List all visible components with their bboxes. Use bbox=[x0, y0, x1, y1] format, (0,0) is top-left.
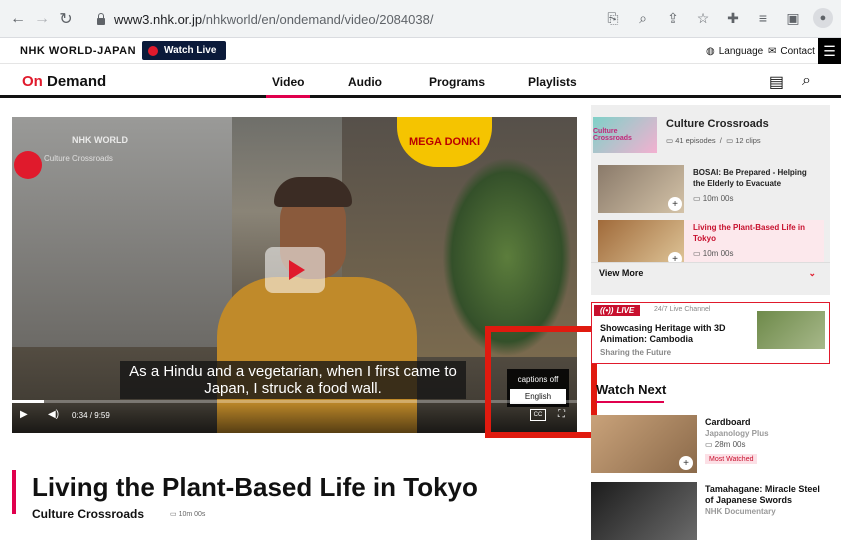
watch-next-underline bbox=[596, 401, 664, 403]
watch-next-thumbnail bbox=[591, 482, 697, 540]
tab-audio[interactable]: Audio bbox=[348, 75, 382, 89]
most-watched-badge: Most Watched bbox=[705, 454, 758, 464]
contact-button[interactable]: ✉ Contact bbox=[768, 46, 815, 57]
page-title: Living the Plant-Based Life in Tokyo bbox=[32, 472, 478, 502]
play-pause-icon[interactable]: ▶ bbox=[20, 409, 28, 420]
add-playlist-icon[interactable]: + bbox=[679, 456, 693, 470]
translate-icon[interactable]: ⎘ bbox=[603, 8, 623, 28]
zoom-icon[interactable]: ⌕ bbox=[633, 8, 653, 28]
tab-programs[interactable]: Programs bbox=[429, 75, 485, 89]
ondemand-header: On Demand Video Audio Programs Playlists… bbox=[0, 64, 841, 98]
chevron-down-icon: ⌄ bbox=[808, 268, 816, 278]
url-host: www3.nhk.or.jp bbox=[114, 11, 203, 27]
watch-next-series: Japanology Plus bbox=[705, 429, 769, 438]
profile-avatar[interactable]: ● bbox=[813, 8, 833, 28]
hamburger-menu-icon[interactable]: ☰ bbox=[818, 38, 841, 64]
episode-duration: ▭ 10m 00s bbox=[693, 194, 734, 203]
url-path: /nhkworld/en/ondemand/video/2084038/ bbox=[202, 11, 434, 27]
title-accent-bar bbox=[12, 470, 16, 514]
big-play-button[interactable] bbox=[265, 247, 325, 293]
nhk-world-logo[interactable]: NHK WORLD-JAPAN bbox=[20, 45, 136, 57]
add-playlist-icon[interactable]: + bbox=[668, 197, 682, 211]
highlight-frame bbox=[485, 326, 597, 438]
watch-next-title: Tamahagane: Miracle Steel of Japanese Sw… bbox=[705, 484, 820, 505]
nhk-watermark: NHK WORLD bbox=[72, 135, 128, 145]
language-label: Language bbox=[718, 46, 764, 57]
watch-next-item[interactable]: + Cardboard Japanology Plus ▭ 28m 00s Mo… bbox=[591, 415, 830, 475]
watch-next-item[interactable]: Tamahagane: Miracle Steel of Japanese Sw… bbox=[591, 482, 830, 542]
view-more-button[interactable]: View More ⌄ bbox=[591, 262, 830, 284]
sidebar-episode[interactable]: + BOSAI: Be Prepared - Helping the Elder… bbox=[598, 165, 824, 215]
channel-badge-icon bbox=[14, 151, 42, 179]
episode-duration: ▭ 10m 00s bbox=[170, 511, 206, 518]
progress-bar-fill bbox=[12, 400, 45, 403]
contact-label: Contact bbox=[780, 46, 815, 57]
live-thumbnail bbox=[757, 311, 825, 349]
extensions-icon[interactable]: ✚ bbox=[723, 8, 743, 28]
lock-icon bbox=[96, 13, 106, 25]
series-thumbnail[interactable]: Culture Crossroads bbox=[593, 117, 657, 153]
globe-icon: ◍ bbox=[706, 46, 715, 57]
live-program-subtitle: Sharing the Future bbox=[600, 348, 672, 357]
series-title[interactable]: Culture Crossroads bbox=[666, 118, 769, 130]
video-frame-building-left bbox=[12, 117, 232, 347]
series-watermark: Culture Crossroads bbox=[44, 154, 113, 163]
live-badge: ((•)) LIVE bbox=[594, 305, 641, 316]
watch-next-series: NHK Documentary bbox=[705, 507, 776, 516]
time-display: 0:34 / 9:59 bbox=[72, 411, 110, 420]
browser-tools: ⎘ ⌕ ⇪ ☆ ✚ ≡ ▣ ● bbox=[603, 8, 833, 28]
back-icon[interactable]: ← bbox=[6, 7, 30, 31]
live-dot-icon bbox=[148, 45, 158, 56]
watch-next-duration: ▭ 28m 00s bbox=[705, 440, 746, 449]
episode-title: BOSAI: Be Prepared - Helping the Elderly… bbox=[693, 168, 807, 188]
video-frame-person-hat bbox=[274, 177, 352, 207]
episode-duration: ▭ 10m 00s bbox=[693, 249, 734, 258]
volume-icon[interactable]: ◀) bbox=[48, 409, 59, 420]
share-icon[interactable]: ⇪ bbox=[663, 8, 683, 28]
live-channel-label: 24/7 Live Channel bbox=[654, 306, 711, 313]
forward-icon[interactable]: → bbox=[30, 7, 54, 31]
watch-next-title: Cardboard bbox=[705, 417, 751, 427]
address-bar[interactable]: www3.nhk.or.jp/nhkworld/en/ondemand/vide… bbox=[86, 6, 592, 32]
side-panel-icon[interactable]: ▣ bbox=[783, 8, 803, 28]
search-icon[interactable]: ⌕ bbox=[802, 72, 811, 92]
watch-live-label: Watch Live bbox=[164, 45, 217, 56]
live-channel-card[interactable]: ((•)) LIVE 24/7 Live Channel Showcasing … bbox=[591, 302, 830, 364]
bookmark-star-icon[interactable]: ☆ bbox=[693, 8, 713, 28]
tab-playlists[interactable]: Playlists bbox=[528, 75, 577, 89]
playlist-icon[interactable]: ▤ bbox=[769, 72, 784, 92]
watch-next-heading: Watch Next bbox=[596, 382, 667, 397]
mail-icon: ✉ bbox=[768, 46, 777, 57]
nhk-top-strip: NHK WORLD-JAPAN Watch Live ◍ Language ✉ … bbox=[0, 38, 841, 64]
language-button[interactable]: ◍ Language bbox=[706, 46, 763, 57]
reading-list-icon[interactable]: ≡ bbox=[753, 8, 773, 28]
reload-icon[interactable]: ↻ bbox=[54, 7, 78, 31]
tab-video[interactable]: Video bbox=[265, 75, 312, 98]
series-meta: ▭ 41 episodes / ▭ 12 clips bbox=[666, 136, 761, 145]
episode-title: Living the Plant-Based Life in Tokyo bbox=[693, 223, 806, 243]
video-subtitle: As a Hindu and a vegetarian, when I firs… bbox=[120, 361, 466, 399]
ondemand-logo[interactable]: On Demand bbox=[22, 73, 106, 90]
play-icon bbox=[289, 260, 305, 280]
clips-icon: ▭ bbox=[726, 136, 734, 145]
episodes-icon: ▭ bbox=[666, 136, 674, 145]
live-program-title: Showcasing Heritage with 3D Animation: C… bbox=[600, 323, 726, 344]
browser-toolbar: ← → ↻ www3.nhk.or.jp/nhkworld/en/ondeman… bbox=[0, 0, 841, 38]
watch-live-button[interactable]: Watch Live bbox=[142, 41, 227, 60]
